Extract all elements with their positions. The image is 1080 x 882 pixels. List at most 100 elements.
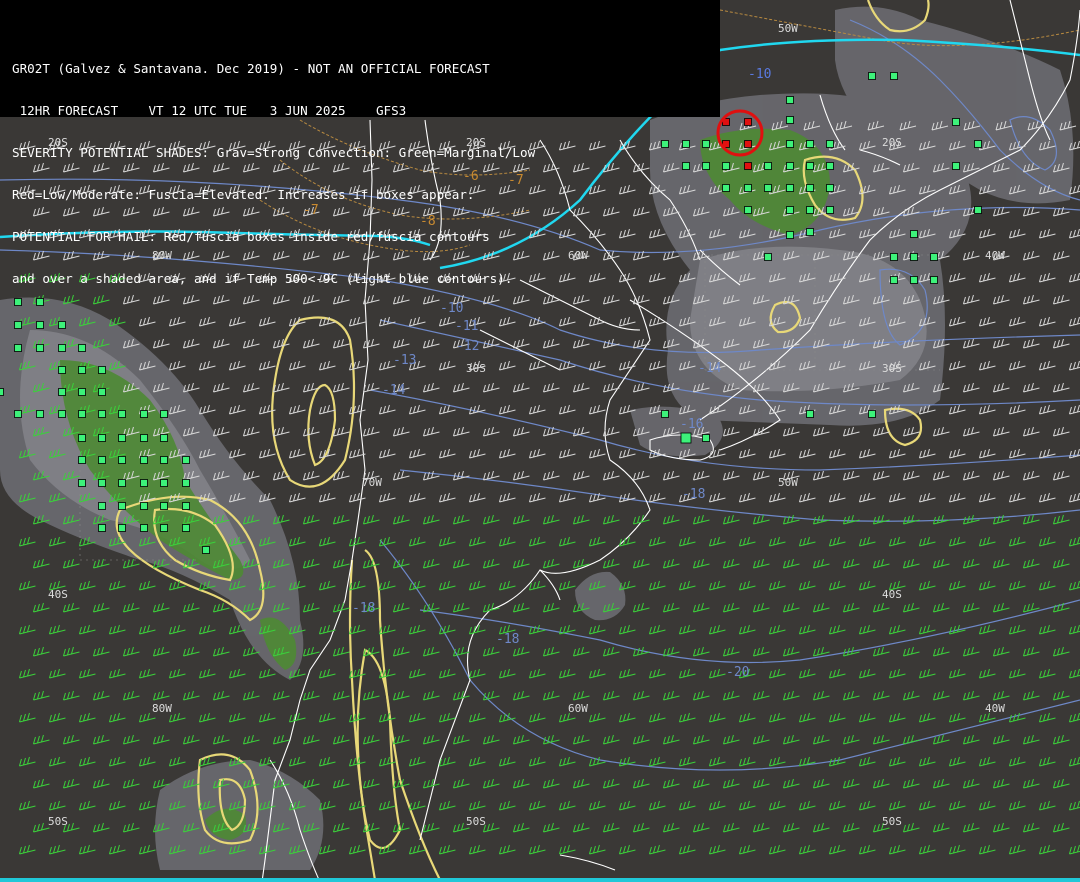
wind-barb-icon bbox=[572, 338, 590, 349]
wind-barb-icon bbox=[32, 646, 50, 657]
wind-barb-icon bbox=[1038, 580, 1056, 591]
wind-barb-icon bbox=[138, 800, 156, 811]
temp-label: -11 bbox=[455, 319, 478, 334]
wind-barb-icon bbox=[422, 690, 440, 701]
wind-barb-icon bbox=[662, 470, 680, 481]
wind-barb-icon bbox=[948, 316, 966, 327]
wind-barb-icon bbox=[168, 360, 186, 371]
wind-barb-icon bbox=[452, 426, 470, 437]
convection-box bbox=[930, 276, 938, 284]
convection-box bbox=[78, 344, 86, 352]
wind-barb-icon bbox=[212, 646, 230, 657]
wind-barb-icon bbox=[18, 712, 36, 723]
wind-barb-icon bbox=[528, 360, 546, 371]
convection-box bbox=[140, 479, 148, 487]
wind-barb-icon bbox=[992, 646, 1010, 657]
wind-barb-icon bbox=[648, 536, 666, 547]
wind-barb-icon bbox=[948, 844, 966, 855]
wind-barb-icon bbox=[512, 470, 530, 481]
wind-barb-icon bbox=[348, 536, 366, 547]
temp-label: -14 bbox=[382, 383, 406, 398]
wind-barb-icon bbox=[692, 514, 710, 525]
wind-barb-icon bbox=[602, 514, 620, 525]
wind-barb-icon bbox=[932, 470, 950, 481]
wind-barb-icon bbox=[452, 734, 470, 745]
lat-label: 50S bbox=[48, 815, 68, 828]
wind-barb-icon bbox=[108, 624, 126, 635]
wind-barb-icon bbox=[212, 690, 230, 701]
wind-barb-icon bbox=[498, 756, 516, 767]
wind-barb-icon bbox=[468, 800, 486, 811]
wind-barb-icon bbox=[78, 844, 96, 855]
wind-barb-icon bbox=[768, 492, 786, 503]
convection-box bbox=[36, 410, 44, 418]
wind-barb-icon bbox=[228, 360, 246, 371]
wind-barb-icon bbox=[932, 690, 950, 701]
wind-barb-icon bbox=[708, 536, 726, 547]
wind-barb-icon bbox=[978, 536, 996, 547]
wind-barb-icon bbox=[138, 580, 156, 591]
wind-barb-icon bbox=[1068, 580, 1080, 591]
convection-box bbox=[722, 162, 730, 170]
wind-barb-icon bbox=[528, 448, 546, 459]
wind-barb-icon bbox=[498, 448, 516, 459]
wind-barb-icon bbox=[32, 602, 50, 613]
wind-barb-icon bbox=[182, 338, 200, 349]
wind-barb-icon bbox=[992, 778, 1010, 789]
wind-barb-icon bbox=[332, 734, 350, 745]
wind-barb-icon bbox=[48, 624, 66, 635]
wind-barb-icon bbox=[258, 316, 276, 327]
temp-label: -10 bbox=[748, 67, 771, 82]
wind-barb-icon bbox=[408, 756, 426, 767]
convection-box bbox=[98, 434, 106, 442]
wind-barb-icon bbox=[858, 756, 876, 767]
wind-barb-icon bbox=[62, 602, 80, 613]
wind-barb-icon bbox=[1068, 756, 1080, 767]
wind-barb-icon bbox=[618, 448, 636, 459]
wind-barb-icon bbox=[392, 338, 410, 349]
wind-barb-icon bbox=[1008, 580, 1026, 591]
wind-barb-icon bbox=[468, 448, 486, 459]
wind-barb-icon bbox=[122, 602, 140, 613]
wind-barb-icon bbox=[602, 470, 620, 481]
wind-barb-icon bbox=[122, 822, 140, 833]
wind-barb-icon bbox=[872, 646, 890, 657]
temp-label: -18 bbox=[496, 632, 519, 647]
wind-barb-icon bbox=[678, 668, 696, 679]
wind-barb-icon bbox=[422, 514, 440, 525]
wind-barb-icon bbox=[858, 448, 876, 459]
wind-barb-icon bbox=[78, 756, 96, 767]
wind-barb-icon bbox=[872, 602, 890, 613]
wind-barb-icon bbox=[618, 844, 636, 855]
wind-barb-icon bbox=[648, 800, 666, 811]
wind-barb-icon bbox=[1052, 382, 1070, 393]
wind-barb-icon bbox=[92, 558, 110, 569]
lon-label: 50W bbox=[778, 476, 798, 489]
wind-barb-icon bbox=[618, 536, 636, 547]
wind-barb-icon bbox=[48, 668, 66, 679]
wind-barb-icon bbox=[482, 426, 500, 437]
wind-barb-icon bbox=[678, 800, 696, 811]
wind-barb-icon bbox=[962, 734, 980, 745]
wind-barb-icon bbox=[392, 426, 410, 437]
wind-barb-icon bbox=[438, 712, 456, 723]
wind-barb-icon bbox=[468, 492, 486, 503]
wind-barb-icon bbox=[498, 580, 516, 591]
wind-barb-icon bbox=[498, 360, 516, 371]
convection-box bbox=[806, 206, 814, 214]
wind-barb-icon bbox=[708, 756, 726, 767]
wind-barb-icon bbox=[1052, 646, 1070, 657]
wind-barb-icon bbox=[962, 338, 980, 349]
lat-label: 40S bbox=[48, 588, 68, 601]
convection-box bbox=[118, 502, 126, 510]
wind-barb-icon bbox=[632, 822, 650, 833]
wind-barb-icon bbox=[842, 470, 860, 481]
wind-barb-icon bbox=[978, 580, 996, 591]
wind-barb-icon bbox=[182, 646, 200, 657]
wind-barb-icon bbox=[962, 470, 980, 481]
wind-barb-icon bbox=[948, 492, 966, 503]
wind-barb-icon bbox=[498, 536, 516, 547]
wind-barb-icon bbox=[528, 668, 546, 679]
wind-barb-icon bbox=[708, 492, 726, 503]
convection-box bbox=[786, 140, 794, 148]
